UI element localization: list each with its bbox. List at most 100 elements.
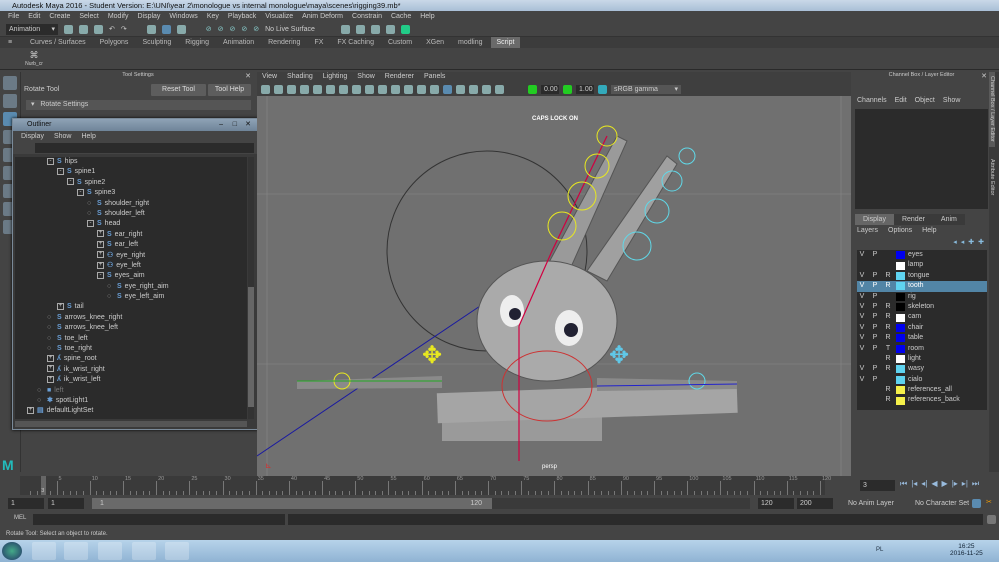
collapse-icon[interactable]: - (47, 157, 54, 165)
layer-color-swatch[interactable] (896, 271, 905, 280)
tab-channel-box[interactable]: Channel Box / Layer Editor (989, 72, 995, 147)
expand-icon[interactable]: + (97, 230, 104, 238)
layer-color-swatch[interactable] (896, 251, 905, 260)
expand-icon[interactable]: + (57, 303, 64, 311)
outliner-item[interactable]: + ▤ defaultLightSet (15, 406, 247, 416)
expand-icon[interactable]: + (27, 407, 34, 415)
layer-color-swatch[interactable] (896, 396, 905, 405)
save-scene-icon[interactable] (94, 24, 103, 34)
wireframe-on-shaded-icon[interactable] (443, 84, 452, 94)
layer-display-type-toggle[interactable]: T (883, 344, 893, 354)
playback-end-field[interactable]: 120 (758, 498, 794, 509)
exposure-icon[interactable] (528, 84, 537, 94)
play-forward-icon[interactable]: ▶ (942, 479, 948, 489)
outliner-item[interactable]: ○ Sshoulder_right (15, 199, 247, 209)
collapse-icon[interactable]: - (67, 178, 74, 186)
select-hierarchy-icon[interactable] (146, 24, 156, 34)
channel-menu-object[interactable]: Object (915, 97, 935, 104)
layer-playback-toggle[interactable]: P (870, 292, 880, 302)
menu-modify[interactable]: Modify (108, 11, 129, 22)
layer-row[interactable]: V Pcialo (857, 375, 987, 385)
outliner-item[interactable]: + ʎ ik_wrist_left (15, 375, 247, 385)
terminal-taskbar-icon[interactable] (132, 542, 156, 560)
channel-menu-show[interactable]: Show (943, 97, 961, 104)
layer-visibility-toggle[interactable]: V (857, 333, 867, 343)
render-icon[interactable] (355, 24, 365, 34)
xray-icon[interactable] (391, 84, 400, 94)
expand-icon[interactable]: + (47, 365, 54, 373)
layer-row[interactable]: V P Troom (857, 344, 987, 354)
menu-visualize[interactable]: Visualize (265, 11, 293, 22)
outliner-item[interactable]: + ⚇ eye_left (15, 261, 247, 271)
outliner-item[interactable]: ○ Stoe_left (15, 334, 247, 344)
expand-icon[interactable]: + (47, 375, 54, 383)
shelf-tab-animation[interactable]: Animation (216, 37, 261, 48)
motion-blur-icon[interactable] (469, 84, 478, 94)
language-indicator[interactable]: PL (876, 547, 883, 553)
layer-display-type-toggle[interactable]: R (883, 281, 893, 291)
collapse-icon[interactable]: - (87, 220, 94, 227)
layer-color-swatch[interactable] (896, 355, 905, 364)
live-surface-label[interactable]: No Live Surface (265, 26, 315, 33)
go-to-start-icon[interactable]: ⏮ (900, 479, 907, 489)
viewport-menu-panels[interactable]: Panels (424, 72, 445, 82)
viewport-menu-shading[interactable]: Shading (287, 72, 313, 82)
camera-icon[interactable] (261, 84, 270, 94)
layer-menu-options[interactable]: Options (888, 227, 912, 234)
step-forward-key-icon[interactable]: ▸| (962, 479, 968, 489)
layer-color-swatch[interactable] (896, 323, 905, 332)
gamma-field[interactable]: 1.00 (576, 84, 594, 94)
layer-color-swatch[interactable] (896, 386, 905, 395)
script-editor-icon[interactable] (987, 515, 996, 524)
auto-key-icon[interactable] (972, 499, 981, 508)
layer-playback-toggle[interactable]: P (870, 375, 880, 385)
view-transform-dropdown[interactable]: sRGB gamma (611, 84, 681, 94)
shelf-tab-sculpting[interactable]: Sculpting (136, 37, 178, 48)
step-back-key-icon[interactable]: |◂ (911, 479, 917, 489)
viewport-3d-view[interactable]: ✥ ✥ CAPS LOCK ON persp ⊾ (256, 96, 851, 476)
outliner-item[interactable]: ○ Sarrows_knee_left (15, 323, 247, 333)
menu-file[interactable]: File (8, 11, 19, 22)
lights-icon[interactable] (365, 84, 374, 94)
layer-row[interactable]: V P Rtongue (857, 271, 987, 281)
wireframe-icon[interactable] (326, 84, 335, 94)
layer-row[interactable]: V P Rcam (857, 312, 987, 322)
layer-color-swatch[interactable] (896, 344, 905, 353)
snap-view-icon[interactable]: ⊘ (241, 25, 247, 33)
outliner-search-input[interactable] (35, 143, 254, 153)
menuset-dropdown[interactable]: Animation (6, 23, 58, 35)
image-plane-icon[interactable] (300, 84, 309, 94)
exposure-field[interactable]: 0.00 (541, 84, 559, 94)
outliner-item[interactable]: ○ Seye_left_aim (15, 292, 247, 302)
layer-playback-toggle[interactable]: P (870, 250, 880, 260)
layer-color-swatch[interactable] (896, 313, 905, 322)
layer-display-type-toggle[interactable]: R (883, 354, 893, 364)
ambient-occlusion-icon[interactable] (456, 84, 465, 94)
layer-playback-toggle[interactable]: P (870, 271, 880, 281)
menu-windows[interactable]: Windows (169, 11, 197, 22)
snap-grid-icon[interactable]: ⊘ (206, 25, 212, 33)
explorer-taskbar-icon[interactable] (98, 542, 122, 560)
isolate-icon[interactable] (404, 84, 413, 94)
new-empty-layer-icon[interactable]: ✚ (968, 238, 974, 246)
undo-icon[interactable]: ↶ (109, 25, 115, 33)
color-management-icon[interactable] (598, 84, 607, 94)
outliner-item[interactable]: ○ Sarrows_knee_right (15, 313, 247, 323)
layer-color-swatch[interactable] (896, 334, 905, 343)
preferences-icon[interactable]: ✂ (986, 498, 992, 506)
shelf-tab-curves-surfaces[interactable]: Curves / Surfaces (24, 37, 92, 48)
bookmark-icon[interactable] (287, 84, 296, 94)
layer-row[interactable]: V Prig (857, 292, 987, 302)
redo-icon[interactable]: ↷ (121, 25, 127, 33)
layer-visibility-toggle[interactable]: V (857, 250, 867, 260)
outliner-item[interactable]: + Stail (15, 302, 247, 312)
outliner-item[interactable]: - Sspine3 (15, 188, 247, 198)
close-icon[interactable]: ✕ (245, 72, 251, 80)
outliner-item[interactable]: ○ ✱ spotLight1 (15, 396, 247, 406)
menu-edit[interactable]: Edit (28, 11, 40, 22)
shelf-tab-fx[interactable]: FX (308, 37, 330, 48)
smooth-shade-icon[interactable] (339, 84, 348, 94)
outliner-item[interactable]: - Shead (15, 219, 247, 229)
outliner-menu-display[interactable]: Display (21, 131, 44, 142)
move-layer-down-icon[interactable]: ◂ (961, 238, 965, 246)
